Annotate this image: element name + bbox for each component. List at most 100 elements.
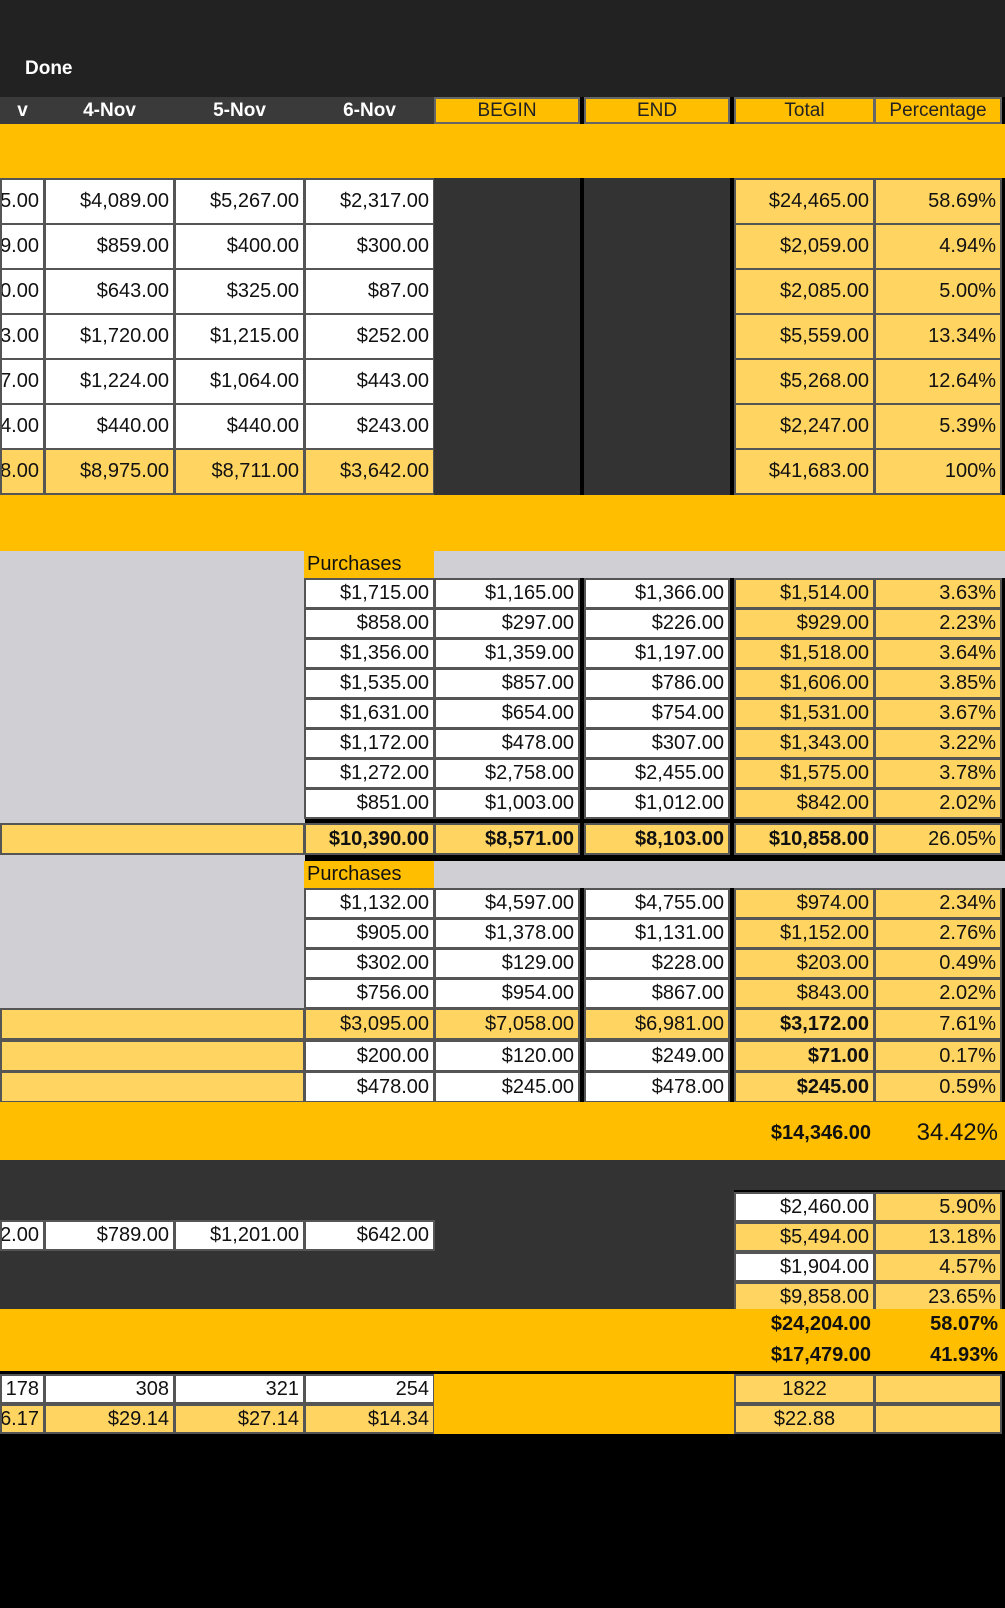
sales-cell[interactable]: $2,317.00 <box>304 178 435 225</box>
avg-cell[interactable]: 6.17 <box>0 1404 45 1434</box>
percentage-cell[interactable]: 0.59% <box>874 1071 1002 1103</box>
total-cell[interactable]: $5,494.00 <box>734 1222 875 1252</box>
begin-cell[interactable]: $297.00 <box>434 608 580 639</box>
end-cell[interactable]: $4,755.00 <box>584 888 730 919</box>
count-cell[interactable]: 321 <box>174 1374 305 1404</box>
sales-cell[interactable]: $87.00 <box>304 268 435 315</box>
total-cell[interactable]: $2,085.00 <box>734 268 875 315</box>
end-cell[interactable]: $226.00 <box>584 608 730 639</box>
end-cell[interactable]: $754.00 <box>584 698 730 729</box>
total-cell[interactable]: $24,204.00 <box>734 1309 875 1340</box>
sales-total-cell[interactable]: $8,975.00 <box>44 448 175 495</box>
percentage-cell[interactable]: 2.76% <box>874 918 1002 949</box>
purchase-cell[interactable]: $1,715.00 <box>304 578 435 609</box>
sales-total-cell[interactable]: 8.00 <box>0 448 45 495</box>
sales-cell[interactable]: 7.00 <box>0 358 45 405</box>
begin-cell[interactable]: $478.00 <box>434 728 580 759</box>
begin-cell[interactable]: $120.00 <box>434 1040 580 1072</box>
percentage-cell[interactable]: 4.57% <box>874 1252 1002 1282</box>
percentage-cell[interactable]: 41.93% <box>874 1340 1002 1371</box>
purchase-cell[interactable]: $1,272.00 <box>304 758 435 789</box>
avg-cell[interactable]: $14.34 <box>304 1404 435 1434</box>
count-cell[interactable]: 254 <box>304 1374 435 1404</box>
percentage-cell[interactable]: 3.78% <box>874 758 1002 789</box>
percentage-cell[interactable] <box>874 1374 1002 1404</box>
percentage-cell[interactable]: 58.69% <box>874 178 1002 225</box>
end-total-cell[interactable]: $8,103.00 <box>584 823 730 855</box>
purchase-cell[interactable]: $1,356.00 <box>304 638 435 669</box>
column-header[interactable]: Total <box>734 97 875 124</box>
purchase-total-cell[interactable]: $3,095.00 <box>304 1008 435 1040</box>
sales-cell[interactable]: $5,267.00 <box>174 178 305 225</box>
percentage-cell[interactable]: 2.02% <box>874 978 1002 1009</box>
begin-cell[interactable]: $857.00 <box>434 668 580 699</box>
percentage-cell[interactable]: 0.17% <box>874 1040 1002 1072</box>
column-header[interactable]: 4-Nov <box>44 97 175 124</box>
total-cell[interactable]: $2,247.00 <box>734 403 875 450</box>
sales-total-cell[interactable]: $3,642.00 <box>304 448 435 495</box>
sales-cell[interactable]: $1,215.00 <box>174 313 305 360</box>
percentage-cell[interactable]: 23.65% <box>874 1282 1002 1312</box>
begin-cell[interactable]: $129.00 <box>434 948 580 979</box>
expense-cell[interactable]: 2.00 <box>0 1220 45 1251</box>
avg-cell[interactable]: $29.14 <box>44 1404 175 1434</box>
percentage-cell[interactable]: 2.23% <box>874 608 1002 639</box>
purchase-cell[interactable]: $905.00 <box>304 918 435 949</box>
sales-cell[interactable]: 4.00 <box>0 403 45 450</box>
total-cell[interactable]: $245.00 <box>734 1071 875 1103</box>
total-cell[interactable]: $24,465.00 <box>734 178 875 225</box>
end-cell[interactable]: $307.00 <box>584 728 730 759</box>
purchase-cell[interactable]: $478.00 <box>304 1071 435 1103</box>
purchase-cell[interactable]: $1,631.00 <box>304 698 435 729</box>
total-cell[interactable]: $71.00 <box>734 1040 875 1072</box>
total-cell[interactable]: 1822 <box>734 1374 875 1404</box>
total-cell[interactable]: $1,518.00 <box>734 638 875 669</box>
end-cell[interactable]: $478.00 <box>584 1071 730 1103</box>
percentage-cell[interactable]: 2.02% <box>874 788 1002 819</box>
sales-cell[interactable]: $300.00 <box>304 223 435 270</box>
percentage-cell[interactable]: 100% <box>874 448 1002 495</box>
total-cell[interactable]: $974.00 <box>734 888 875 919</box>
sales-cell[interactable]: $859.00 <box>44 223 175 270</box>
begin-cell[interactable]: $1,003.00 <box>434 788 580 819</box>
count-cell[interactable]: 178 <box>0 1374 45 1404</box>
total-cell[interactable]: $203.00 <box>734 948 875 979</box>
sales-cell[interactable]: $443.00 <box>304 358 435 405</box>
sales-cell[interactable]: 3.00 <box>0 313 45 360</box>
percentage-cell[interactable]: 58.07% <box>874 1309 1002 1340</box>
percentage-cell[interactable] <box>874 1404 1002 1434</box>
expense-cell[interactable]: $642.00 <box>304 1220 435 1251</box>
sales-total-cell[interactable]: $8,711.00 <box>174 448 305 495</box>
total-cell[interactable]: $14,346.00 <box>734 1107 875 1159</box>
percentage-cell[interactable]: 3.22% <box>874 728 1002 759</box>
begin-total-cell[interactable]: $7,058.00 <box>434 1008 580 1040</box>
sales-cell[interactable]: $252.00 <box>304 313 435 360</box>
percentage-cell[interactable]: 5.39% <box>874 403 1002 450</box>
expense-cell[interactable]: $789.00 <box>44 1220 175 1251</box>
column-header[interactable]: BEGIN <box>434 97 580 124</box>
percentage-cell[interactable]: 3.85% <box>874 668 1002 699</box>
purchase-cell[interactable]: $1,535.00 <box>304 668 435 699</box>
sales-cell[interactable]: 5.00 <box>0 178 45 225</box>
total-cell[interactable]: $1,531.00 <box>734 698 875 729</box>
sales-cell[interactable]: 9.00 <box>0 223 45 270</box>
percentage-cell[interactable]: 4.94% <box>874 223 1002 270</box>
sales-cell[interactable]: $440.00 <box>44 403 175 450</box>
begin-cell[interactable]: $2,758.00 <box>434 758 580 789</box>
sales-cell[interactable]: $1,064.00 <box>174 358 305 405</box>
count-cell[interactable]: 308 <box>44 1374 175 1404</box>
purchase-cell[interactable]: $756.00 <box>304 978 435 1009</box>
end-cell[interactable]: $2,455.00 <box>584 758 730 789</box>
total-cell[interactable]: $842.00 <box>734 788 875 819</box>
sales-cell[interactable]: 0.00 <box>0 268 45 315</box>
end-cell[interactable]: $249.00 <box>584 1040 730 1072</box>
purchase-cell[interactable]: $851.00 <box>304 788 435 819</box>
begin-cell[interactable]: $654.00 <box>434 698 580 729</box>
total-cell[interactable]: $17,479.00 <box>734 1340 875 1371</box>
total-cell[interactable]: $843.00 <box>734 978 875 1009</box>
percentage-cell[interactable]: 13.18% <box>874 1222 1002 1252</box>
percentage-cell[interactable]: 3.67% <box>874 698 1002 729</box>
percentage-cell[interactable]: 13.34% <box>874 313 1002 360</box>
begin-cell[interactable]: $1,359.00 <box>434 638 580 669</box>
sales-cell[interactable]: $1,224.00 <box>44 358 175 405</box>
